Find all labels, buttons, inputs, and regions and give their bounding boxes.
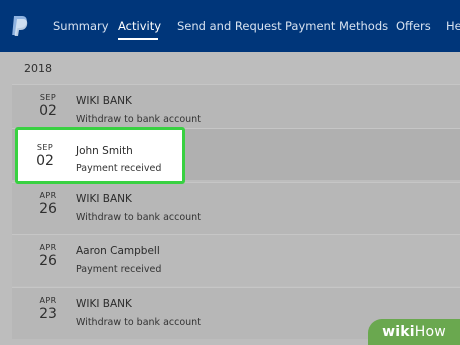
paypal-logo-icon[interactable] [10, 14, 30, 38]
active-tab-indicator [118, 38, 158, 40]
activity-row[interactable]: APR 26 Aaron Campbell Payment received [12, 234, 460, 286]
transaction-description: Withdraw to bank account [76, 212, 201, 223]
transaction-date: SEP 02 [31, 143, 59, 169]
activity-row[interactable]: APR 26 WIKI BANK Withdraw to bank accoun… [12, 182, 460, 234]
date-day: 26 [39, 201, 57, 217]
transaction-name: Aaron Campbell [76, 245, 160, 257]
date-day: 02 [36, 153, 54, 169]
activity-list: 2018 SEP 02 WIKI BANK Withdraw to bank a… [0, 52, 460, 345]
nav-help[interactable]: He [446, 19, 460, 33]
wikihow-watermark: wikiHow [368, 319, 460, 345]
highlighted-transaction-row[interactable]: SEP 02 John Smith Payment received [15, 127, 185, 184]
transaction-description: Withdraw to bank account [76, 114, 201, 125]
date-month: APR [39, 191, 57, 200]
nav-activity[interactable]: Activity [118, 19, 161, 33]
transaction-name: WIKI BANK [76, 193, 132, 205]
transaction-description: Withdraw to bank account [76, 317, 201, 328]
nav-payment-methods[interactable]: Payment Methods [285, 19, 388, 33]
transaction-date: APR 23 [34, 296, 62, 322]
watermark-wiki: wiki [382, 324, 415, 340]
transaction-date: SEP 02 [34, 93, 62, 119]
date-day: 23 [39, 306, 57, 322]
date-day: 26 [39, 253, 57, 269]
transaction-date: APR 26 [34, 243, 62, 269]
nav-summary[interactable]: Summary [53, 19, 109, 33]
transaction-name: John Smith [76, 145, 133, 157]
nav-send-and-request[interactable]: Send and Request [177, 19, 282, 33]
transaction-description: Payment received [76, 264, 162, 275]
nav-offers[interactable]: Offers [396, 19, 431, 33]
date-month: APR [39, 243, 57, 252]
transaction-name: WIKI BANK [76, 298, 132, 310]
top-navigation-bar: Summary Activity Send and Request Paymen… [0, 0, 460, 53]
year-heading: 2018 [24, 62, 52, 75]
transaction-date: APR 26 [34, 191, 62, 217]
date-month: SEP [39, 93, 57, 102]
transaction-description: Payment received [76, 163, 162, 174]
transaction-name: WIKI BANK [76, 95, 132, 107]
watermark-how: How [414, 324, 446, 340]
date-day: 02 [39, 103, 57, 119]
date-month: APR [39, 296, 57, 305]
date-month: SEP [36, 143, 54, 152]
